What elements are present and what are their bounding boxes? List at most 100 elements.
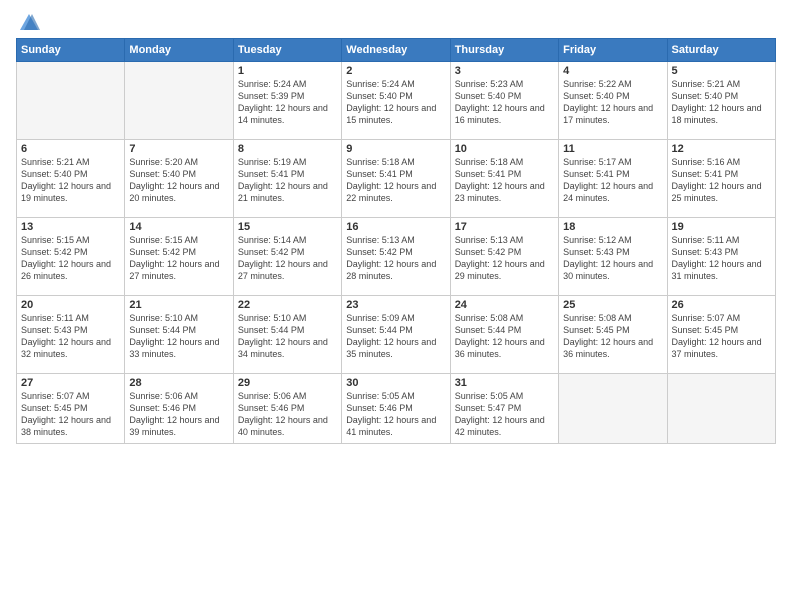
- calendar-cell: 14Sunrise: 5:15 AM Sunset: 5:42 PM Dayli…: [125, 218, 233, 296]
- day-info: Sunrise: 5:05 AM Sunset: 5:46 PM Dayligh…: [346, 390, 445, 439]
- day-number: 4: [563, 65, 662, 77]
- day-info: Sunrise: 5:11 AM Sunset: 5:43 PM Dayligh…: [672, 234, 771, 283]
- day-info: Sunrise: 5:13 AM Sunset: 5:42 PM Dayligh…: [455, 234, 554, 283]
- day-number: 3: [455, 65, 554, 77]
- calendar-cell: 5Sunrise: 5:21 AM Sunset: 5:40 PM Daylig…: [667, 62, 775, 140]
- calendar-cell: 12Sunrise: 5:16 AM Sunset: 5:41 PM Dayli…: [667, 140, 775, 218]
- day-number: 24: [455, 299, 554, 311]
- day-info: Sunrise: 5:21 AM Sunset: 5:40 PM Dayligh…: [21, 156, 120, 205]
- calendar-cell: 1Sunrise: 5:24 AM Sunset: 5:39 PM Daylig…: [233, 62, 341, 140]
- calendar-cell: 15Sunrise: 5:14 AM Sunset: 5:42 PM Dayli…: [233, 218, 341, 296]
- day-info: Sunrise: 5:21 AM Sunset: 5:40 PM Dayligh…: [672, 78, 771, 127]
- week-row-5: 27Sunrise: 5:07 AM Sunset: 5:45 PM Dayli…: [17, 374, 776, 444]
- day-number: 26: [672, 299, 771, 311]
- calendar-cell: 7Sunrise: 5:20 AM Sunset: 5:40 PM Daylig…: [125, 140, 233, 218]
- week-row-1: 1Sunrise: 5:24 AM Sunset: 5:39 PM Daylig…: [17, 62, 776, 140]
- day-info: Sunrise: 5:19 AM Sunset: 5:41 PM Dayligh…: [238, 156, 337, 205]
- day-number: 15: [238, 221, 337, 233]
- calendar-cell: 2Sunrise: 5:24 AM Sunset: 5:40 PM Daylig…: [342, 62, 450, 140]
- day-info: Sunrise: 5:15 AM Sunset: 5:42 PM Dayligh…: [129, 234, 228, 283]
- day-number: 22: [238, 299, 337, 311]
- day-number: 5: [672, 65, 771, 77]
- week-row-3: 13Sunrise: 5:15 AM Sunset: 5:42 PM Dayli…: [17, 218, 776, 296]
- day-info: Sunrise: 5:24 AM Sunset: 5:39 PM Dayligh…: [238, 78, 337, 127]
- page: SundayMondayTuesdayWednesdayThursdayFrid…: [0, 0, 792, 612]
- day-info: Sunrise: 5:13 AM Sunset: 5:42 PM Dayligh…: [346, 234, 445, 283]
- day-info: Sunrise: 5:18 AM Sunset: 5:41 PM Dayligh…: [455, 156, 554, 205]
- calendar-header: SundayMondayTuesdayWednesdayThursdayFrid…: [17, 39, 776, 62]
- calendar-cell: [667, 374, 775, 444]
- calendar-cell: 3Sunrise: 5:23 AM Sunset: 5:40 PM Daylig…: [450, 62, 558, 140]
- logo-icon: [18, 12, 40, 34]
- weekday-header-friday: Friday: [559, 39, 667, 62]
- day-info: Sunrise: 5:22 AM Sunset: 5:40 PM Dayligh…: [563, 78, 662, 127]
- day-info: Sunrise: 5:11 AM Sunset: 5:43 PM Dayligh…: [21, 312, 120, 361]
- weekday-header-row: SundayMondayTuesdayWednesdayThursdayFrid…: [17, 39, 776, 62]
- calendar-cell: 4Sunrise: 5:22 AM Sunset: 5:40 PM Daylig…: [559, 62, 667, 140]
- day-number: 14: [129, 221, 228, 233]
- weekday-header-tuesday: Tuesday: [233, 39, 341, 62]
- day-number: 13: [21, 221, 120, 233]
- day-info: Sunrise: 5:16 AM Sunset: 5:41 PM Dayligh…: [672, 156, 771, 205]
- day-number: 25: [563, 299, 662, 311]
- calendar-cell: 28Sunrise: 5:06 AM Sunset: 5:46 PM Dayli…: [125, 374, 233, 444]
- day-info: Sunrise: 5:07 AM Sunset: 5:45 PM Dayligh…: [21, 390, 120, 439]
- day-number: 17: [455, 221, 554, 233]
- calendar-cell: [125, 62, 233, 140]
- day-info: Sunrise: 5:17 AM Sunset: 5:41 PM Dayligh…: [563, 156, 662, 205]
- week-row-4: 20Sunrise: 5:11 AM Sunset: 5:43 PM Dayli…: [17, 296, 776, 374]
- day-info: Sunrise: 5:23 AM Sunset: 5:40 PM Dayligh…: [455, 78, 554, 127]
- calendar-cell: 29Sunrise: 5:06 AM Sunset: 5:46 PM Dayli…: [233, 374, 341, 444]
- day-number: 12: [672, 143, 771, 155]
- day-number: 31: [455, 377, 554, 389]
- calendar-cell: 23Sunrise: 5:09 AM Sunset: 5:44 PM Dayli…: [342, 296, 450, 374]
- weekday-header-wednesday: Wednesday: [342, 39, 450, 62]
- calendar-cell: 6Sunrise: 5:21 AM Sunset: 5:40 PM Daylig…: [17, 140, 125, 218]
- logo: [16, 14, 40, 30]
- day-number: 9: [346, 143, 445, 155]
- day-number: 18: [563, 221, 662, 233]
- calendar-cell: 20Sunrise: 5:11 AM Sunset: 5:43 PM Dayli…: [17, 296, 125, 374]
- calendar-cell: [559, 374, 667, 444]
- calendar-cell: 9Sunrise: 5:18 AM Sunset: 5:41 PM Daylig…: [342, 140, 450, 218]
- calendar-cell: 21Sunrise: 5:10 AM Sunset: 5:44 PM Dayli…: [125, 296, 233, 374]
- day-number: 1: [238, 65, 337, 77]
- day-number: 30: [346, 377, 445, 389]
- calendar-cell: 8Sunrise: 5:19 AM Sunset: 5:41 PM Daylig…: [233, 140, 341, 218]
- calendar-cell: 18Sunrise: 5:12 AM Sunset: 5:43 PM Dayli…: [559, 218, 667, 296]
- day-info: Sunrise: 5:08 AM Sunset: 5:45 PM Dayligh…: [563, 312, 662, 361]
- day-number: 27: [21, 377, 120, 389]
- day-info: Sunrise: 5:08 AM Sunset: 5:44 PM Dayligh…: [455, 312, 554, 361]
- weekday-header-saturday: Saturday: [667, 39, 775, 62]
- day-info: Sunrise: 5:06 AM Sunset: 5:46 PM Dayligh…: [129, 390, 228, 439]
- day-number: 23: [346, 299, 445, 311]
- calendar-cell: 30Sunrise: 5:05 AM Sunset: 5:46 PM Dayli…: [342, 374, 450, 444]
- weekday-header-sunday: Sunday: [17, 39, 125, 62]
- day-number: 21: [129, 299, 228, 311]
- calendar-cell: 25Sunrise: 5:08 AM Sunset: 5:45 PM Dayli…: [559, 296, 667, 374]
- calendar-cell: 16Sunrise: 5:13 AM Sunset: 5:42 PM Dayli…: [342, 218, 450, 296]
- weekday-header-monday: Monday: [125, 39, 233, 62]
- day-info: Sunrise: 5:06 AM Sunset: 5:46 PM Dayligh…: [238, 390, 337, 439]
- weekday-header-thursday: Thursday: [450, 39, 558, 62]
- day-number: 19: [672, 221, 771, 233]
- calendar-cell: [17, 62, 125, 140]
- day-info: Sunrise: 5:15 AM Sunset: 5:42 PM Dayligh…: [21, 234, 120, 283]
- day-number: 10: [455, 143, 554, 155]
- day-number: 11: [563, 143, 662, 155]
- header: [16, 14, 776, 30]
- day-number: 2: [346, 65, 445, 77]
- day-info: Sunrise: 5:09 AM Sunset: 5:44 PM Dayligh…: [346, 312, 445, 361]
- calendar-cell: 27Sunrise: 5:07 AM Sunset: 5:45 PM Dayli…: [17, 374, 125, 444]
- calendar-body: 1Sunrise: 5:24 AM Sunset: 5:39 PM Daylig…: [17, 62, 776, 444]
- week-row-2: 6Sunrise: 5:21 AM Sunset: 5:40 PM Daylig…: [17, 140, 776, 218]
- day-info: Sunrise: 5:14 AM Sunset: 5:42 PM Dayligh…: [238, 234, 337, 283]
- day-info: Sunrise: 5:07 AM Sunset: 5:45 PM Dayligh…: [672, 312, 771, 361]
- calendar-cell: 13Sunrise: 5:15 AM Sunset: 5:42 PM Dayli…: [17, 218, 125, 296]
- calendar-cell: 24Sunrise: 5:08 AM Sunset: 5:44 PM Dayli…: [450, 296, 558, 374]
- calendar-cell: 11Sunrise: 5:17 AM Sunset: 5:41 PM Dayli…: [559, 140, 667, 218]
- day-number: 8: [238, 143, 337, 155]
- day-number: 16: [346, 221, 445, 233]
- day-number: 6: [21, 143, 120, 155]
- calendar-cell: 17Sunrise: 5:13 AM Sunset: 5:42 PM Dayli…: [450, 218, 558, 296]
